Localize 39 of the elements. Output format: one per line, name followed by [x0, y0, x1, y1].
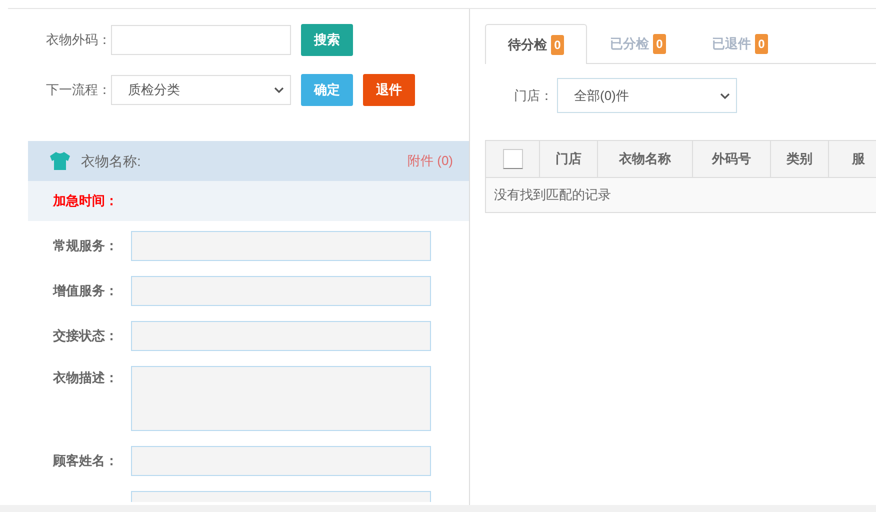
- field-label: 常规服务：: [53, 237, 119, 255]
- field-label: 顾客姓名：: [53, 452, 119, 470]
- attachments-link[interactable]: 附件 (0): [408, 151, 453, 171]
- text-field[interactable]: [131, 231, 431, 261]
- column-header: 类别: [786, 150, 812, 168]
- tab[interactable]: 待分检 0: [485, 24, 587, 64]
- store-select[interactable]: 全部(0)件: [557, 78, 737, 113]
- garment-name-label: 衣物名称:: [81, 152, 141, 170]
- garment-code-field[interactable]: [111, 25, 291, 55]
- select-all-checkbox[interactable]: [502, 149, 522, 169]
- shirt-icon: [50, 152, 70, 170]
- column-header: 服: [852, 150, 865, 168]
- text-field[interactable]: [131, 276, 431, 306]
- urgent-time-label: 加急时间：: [53, 192, 118, 210]
- field-label: 门店：: [514, 86, 554, 105]
- column-header: 衣物名称: [619, 150, 671, 168]
- count-badge: 0: [653, 34, 666, 54]
- chevron-down-icon: [274, 87, 284, 93]
- count-badge: 0: [755, 34, 768, 54]
- text-field[interactable]: [131, 321, 431, 351]
- column-header: 外码号: [712, 150, 751, 168]
- count-badge: 0: [551, 34, 564, 54]
- text-field[interactable]: [131, 491, 431, 502]
- column-header: 门店: [556, 150, 582, 168]
- search-button[interactable]: 搜索: [301, 24, 353, 56]
- tab[interactable]: 已分检 0: [587, 24, 689, 63]
- description-field[interactable]: [131, 366, 431, 431]
- return-button[interactable]: 退件: [363, 74, 415, 106]
- tab[interactable]: 已退件 0: [689, 24, 791, 63]
- field-label: 下一流程：: [45, 81, 111, 100]
- field-label: 增值服务：: [53, 282, 119, 300]
- next-step-select[interactable]: 质检分类: [111, 75, 291, 105]
- field-label: 交接状态：: [53, 327, 119, 345]
- chevron-down-icon: [720, 92, 730, 98]
- field-label: 衣物外码：: [45, 31, 111, 50]
- confirm-button[interactable]: 确定: [301, 74, 353, 106]
- text-field[interactable]: [131, 446, 431, 476]
- empty-message: 没有找到匹配的记录: [494, 186, 611, 204]
- field-label: 衣物描述：: [53, 369, 119, 387]
